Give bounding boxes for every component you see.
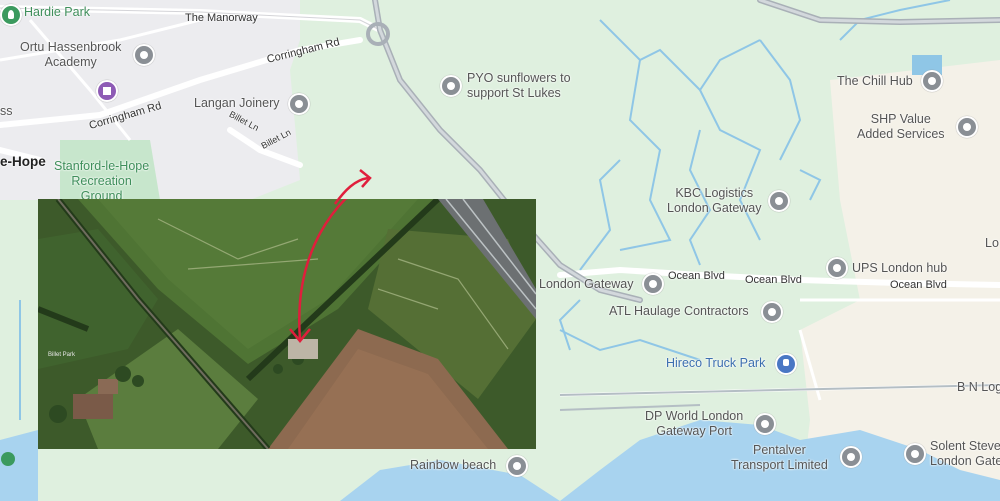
poi-shp[interactable]: SHP Value Added Services (857, 112, 945, 142)
poi-pentalver-line1: Pentalver (752, 443, 806, 457)
ups-pin-icon[interactable] (826, 257, 848, 279)
pyo-pin-icon[interactable] (440, 75, 462, 97)
satellite-inset: Billet Park (38, 199, 536, 449)
poi-dp-line1: DP World London (645, 409, 744, 423)
chill-hub-pin-icon[interactable] (921, 70, 943, 92)
school-pin-icon[interactable] (133, 44, 155, 66)
poi-solent-line2: London Gate (930, 454, 1000, 468)
poi-dp-world[interactable]: DP World London Gateway Port (645, 409, 743, 439)
poi-hardie-park[interactable]: Hardie Park (24, 5, 90, 20)
satellite-image (38, 199, 536, 449)
poi-kbc-logistics[interactable]: KBC Logistics London Gateway (667, 186, 762, 216)
poi-lo-edge: Lo (985, 236, 999, 250)
poi-stanford-line1: Stanford-le-Hope (54, 159, 150, 173)
poi-kbc-line2: London Gateway (667, 201, 762, 215)
poi-london-gateway[interactable]: London Gateway (539, 277, 634, 292)
poi-chill-hub[interactable]: The Chill Hub (837, 74, 913, 89)
road-ocean-blvd-1: Ocean Blvd (668, 270, 725, 282)
hireco-pin-icon[interactable] (775, 353, 797, 375)
poi-solent[interactable]: Solent Steve London Gate (930, 439, 1000, 469)
poi-shp-line1: SHP Value (870, 112, 931, 126)
arrow-head-marker (333, 169, 372, 205)
poi-ss-edge: ss (0, 104, 13, 118)
map-view[interactable]: Hardie Park Ortu Hassenbrook Academy The… (0, 0, 1000, 501)
poi-ups[interactable]: UPS London hub (852, 261, 947, 276)
park-pin-icon[interactable] (0, 4, 22, 26)
poi-stanford-recreation[interactable]: Stanford-le-Hope Recreation Ground (54, 159, 149, 204)
poi-pyo-line2: support St Lukes (467, 86, 561, 100)
kbc-pin-icon[interactable] (768, 190, 790, 212)
poi-ortu-academy[interactable]: Ortu Hassenbrook Academy (20, 40, 121, 70)
road-ocean-blvd-3: Ocean Blvd (890, 279, 947, 291)
inset-billet-park-label: Billet Park (48, 352, 76, 358)
poi-hireco[interactable]: Hireco Truck Park (666, 356, 765, 370)
poi-pentalver[interactable]: Pentalver Transport Limited (731, 443, 828, 473)
poi-solent-line1: Solent Steve (930, 439, 1000, 453)
poi-atl-haulage[interactable]: ATL Haulage Contractors (609, 304, 749, 319)
atl-pin-icon[interactable] (761, 301, 783, 323)
poi-dp-line2: Gateway Port (656, 424, 732, 438)
poi-ortu-line1: Ortu Hassenbrook (20, 40, 122, 54)
town-stanford-edge[interactable]: e-Hope (0, 154, 46, 169)
shp-pin-icon[interactable] (956, 116, 978, 138)
road-ocean-blvd-2: Ocean Blvd (745, 274, 802, 286)
solent-pin-icon[interactable] (904, 443, 926, 465)
poi-bn-log: B N Log (957, 380, 1000, 394)
london-gateway-pin-icon[interactable] (642, 273, 664, 295)
building-pin-icon[interactable] (96, 80, 118, 102)
langan-pin-icon[interactable] (288, 93, 310, 115)
poi-kbc-line1: KBC Logistics (675, 186, 754, 200)
poi-pyo-line1: PYO sunflowers to (467, 71, 571, 85)
poi-shp-line2: Added Services (857, 127, 945, 141)
rainbow-beach-pin-icon[interactable] (506, 455, 528, 477)
poi-ortu-line2: Academy (44, 55, 97, 69)
poi-langan-joinery[interactable]: Langan Joinery (194, 96, 279, 111)
poi-pyo-sunflowers[interactable]: PYO sunflowers to support St Lukes (467, 71, 571, 101)
poi-stanford-line2: Recreation (71, 174, 132, 188)
pentalver-pin-icon[interactable] (840, 446, 862, 468)
poi-pentalver-line2: Transport Limited (731, 458, 828, 472)
road-manorway: The Manorway (185, 12, 258, 24)
dp-world-pin-icon[interactable] (754, 413, 776, 435)
poi-rainbow-beach[interactable]: Rainbow beach (410, 458, 496, 473)
